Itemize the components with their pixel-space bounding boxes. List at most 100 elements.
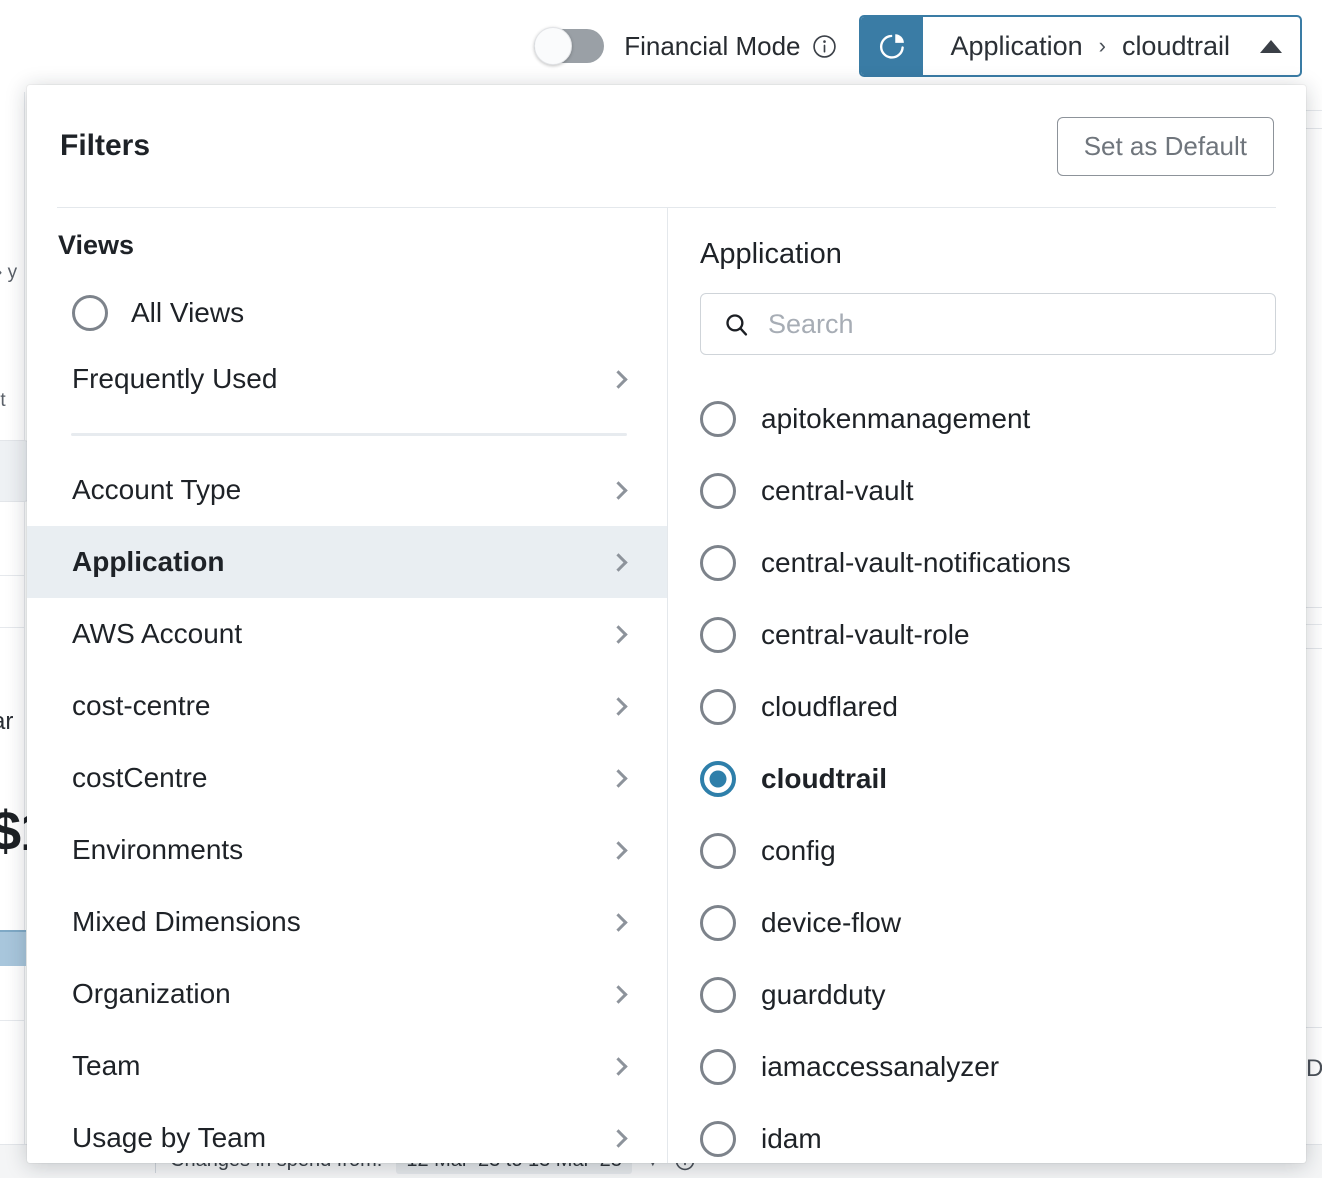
value-option-idam[interactable]: idam (700, 1103, 1276, 1163)
value-option-apitokenmanagement[interactable]: apitokenmanagement (700, 383, 1276, 455)
value-option-label: central-vault-role (761, 619, 970, 650)
sidebar-item-team[interactable]: Team (27, 1030, 667, 1102)
caret-up-icon[interactable] (1260, 39, 1282, 53)
page-title: Filters (60, 129, 151, 162)
chevron-right-icon (609, 912, 628, 932)
breadcrumb-value: cloudtrail (1121, 30, 1230, 61)
search-box[interactable] (700, 293, 1276, 355)
radio-icon[interactable] (700, 1121, 736, 1157)
breadcrumb-content[interactable]: Application › cloudtrail (923, 17, 1300, 75)
background-vertical-rule (24, 0, 25, 1178)
filters-panel-header: Filters Set as Default (27, 85, 1306, 207)
search-icon (726, 313, 748, 336)
value-option-iamaccessanalyzer[interactable]: iamaccessanalyzer (700, 1031, 1276, 1103)
view-option-all-views-label: All Views (131, 297, 245, 328)
financial-mode-toggle[interactable] (534, 27, 605, 65)
background-card-chip (0, 440, 30, 502)
background-rule-1 (0, 575, 24, 576)
background-area-chart (0, 930, 26, 966)
sidebar-item-aws-account[interactable]: AWS Account (27, 598, 667, 670)
radio-icon[interactable] (700, 1049, 736, 1085)
radio-icon[interactable] (700, 833, 736, 869)
chevron-right-icon (609, 1128, 628, 1148)
sidebar-item-label: Account Type (72, 474, 242, 505)
chevron-right-icon (609, 369, 628, 389)
sidebar-item-label: Team (72, 1050, 141, 1081)
value-option-central-vault[interactable]: central-vault (700, 455, 1276, 527)
radio-icon[interactable] (700, 545, 736, 581)
views-column: Views All Views Frequently Used Account … (27, 208, 668, 1163)
background-fragment-right: D (1306, 1055, 1322, 1082)
view-option-all-views[interactable]: All Views (27, 283, 667, 343)
value-option-cloudtrail[interactable]: cloudtrail (700, 743, 1276, 815)
sidebar-item-label: Environments (72, 834, 244, 865)
value-option-label: cloudflared (761, 691, 898, 722)
background-rule-2 (0, 627, 24, 628)
chevron-right-icon (609, 840, 628, 860)
value-option-label: guardduty (761, 979, 886, 1010)
values-heading: Application (700, 238, 842, 270)
filters-panel-body: Views All Views Frequently Used Account … (27, 208, 1306, 1163)
sidebar-item-label: Organization (72, 978, 231, 1009)
toggle-knob (534, 27, 573, 65)
info-circle-icon[interactable] (812, 34, 837, 59)
screen-root: › y rt ar $1 D Changes in spend from: 12… (0, 0, 1322, 1178)
value-option-label: cloudtrail (761, 763, 888, 794)
radio-icon[interactable] (72, 295, 108, 331)
radio-icon-selected[interactable] (700, 761, 736, 797)
sidebar-item-environments[interactable]: Environments (27, 814, 667, 886)
value-option-central-vault-role[interactable]: central-vault-role (700, 599, 1276, 671)
breadcrumb-separator: › (1098, 33, 1106, 58)
value-option-label: central-vault-notifications (761, 547, 1071, 578)
value-option-label: config (761, 835, 836, 866)
radio-icon[interactable] (700, 905, 736, 941)
sidebar-item-organization[interactable]: Organization (27, 958, 667, 1030)
sidebar-item-label: costCentre (72, 762, 208, 793)
sidebar-item-label: Frequently Used (72, 363, 278, 394)
chevron-right-icon (609, 984, 628, 1004)
sidebar-item-label: Usage by Team (72, 1122, 267, 1153)
sidebar-item-application[interactable]: Application (27, 526, 667, 598)
sidebar-item-cost-centre[interactable]: cost-centre (27, 670, 667, 742)
radio-icon[interactable] (700, 689, 736, 725)
chevron-right-icon (609, 480, 628, 500)
sidebar-item-label: Mixed Dimensions (72, 906, 301, 937)
sidebar-item-mixed-dimensions[interactable]: Mixed Dimensions (27, 886, 667, 958)
radio-icon[interactable] (700, 977, 736, 1013)
views-heading: Views (58, 230, 135, 260)
background-fragment-top: › y (0, 262, 18, 283)
value-option-label: idam (761, 1123, 822, 1154)
sidebar-item-label: AWS Account (72, 618, 243, 649)
radio-icon[interactable] (700, 401, 736, 437)
radio-icon[interactable] (700, 473, 736, 509)
sidebar-item-frequently-used[interactable]: Frequently Used (27, 343, 667, 415)
value-option-label: central-vault (761, 475, 914, 506)
chevron-right-icon (609, 552, 628, 572)
breadcrumb-selector[interactable]: Application › cloudtrail (858, 15, 1302, 77)
background-fragment-label: ar (0, 708, 14, 735)
search-input[interactable] (768, 294, 1275, 354)
sidebar-item-account-type[interactable]: Account Type (27, 454, 667, 526)
values-column: Application apitokenmanagement central-v… (668, 208, 1306, 1163)
chevron-right-icon (609, 696, 628, 716)
background-rule-3 (0, 1020, 24, 1021)
filters-panel: Filters Set as Default Views All Views F… (27, 85, 1306, 1163)
value-option-central-vault-notifications[interactable]: central-vault-notifications (700, 527, 1276, 599)
chevron-right-icon (609, 1056, 628, 1076)
chevron-right-icon (609, 768, 628, 788)
pie-chart-icon[interactable] (860, 17, 923, 75)
value-option-label: iamaccessanalyzer (761, 1051, 1000, 1082)
chevron-right-icon (609, 624, 628, 644)
top-bar: Financial Mode Application › cloudtrail (0, 0, 1322, 92)
value-option-guardduty[interactable]: guardduty (700, 959, 1276, 1031)
views-list-separator (71, 433, 627, 436)
radio-icon[interactable] (700, 617, 736, 653)
value-option-config[interactable]: config (700, 815, 1276, 887)
sidebar-item-label: Application (72, 546, 225, 577)
sidebar-item-costcentre[interactable]: costCentre (27, 742, 667, 814)
value-option-cloudflared[interactable]: cloudflared (700, 671, 1276, 743)
set-as-default-button[interactable]: Set as Default (1056, 116, 1274, 176)
background-fragment-mid: rt (0, 390, 6, 411)
value-option-device-flow[interactable]: device-flow (700, 887, 1276, 959)
sidebar-item-usage-by-team[interactable]: Usage by Team (27, 1102, 667, 1163)
